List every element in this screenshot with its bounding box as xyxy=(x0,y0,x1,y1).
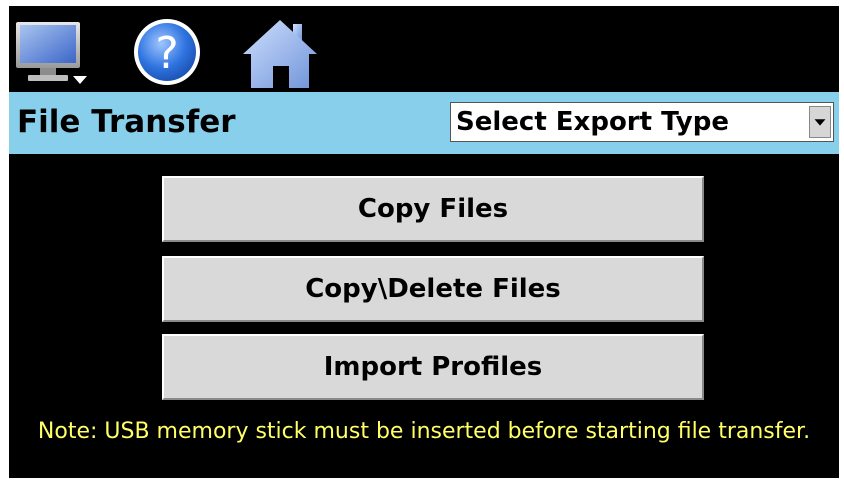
copy-delete-files-button[interactable]: Copy\Delete Files xyxy=(162,256,704,322)
copy-files-button[interactable]: Copy Files xyxy=(162,176,704,242)
help-icon[interactable]: ? xyxy=(129,12,207,90)
page-title: File Transfer xyxy=(17,104,236,140)
import-profiles-button[interactable]: Import Profiles xyxy=(162,334,704,400)
home-icon[interactable] xyxy=(241,12,319,90)
monitor-icon[interactable] xyxy=(13,12,91,90)
top-toolbar: ? xyxy=(9,6,839,92)
export-type-select[interactable]: Select Export Type xyxy=(450,102,834,142)
svg-text:?: ? xyxy=(155,28,178,79)
title-bar: File Transfer Select Export Type xyxy=(9,92,839,154)
export-type-select-value: Select Export Type xyxy=(456,107,729,137)
chevron-down-icon[interactable] xyxy=(809,106,831,138)
usb-note: Note: USB memory stick must be inserted … xyxy=(37,419,811,444)
touchscreen: ? File Transfer Select Export Type Copy … xyxy=(9,6,839,478)
